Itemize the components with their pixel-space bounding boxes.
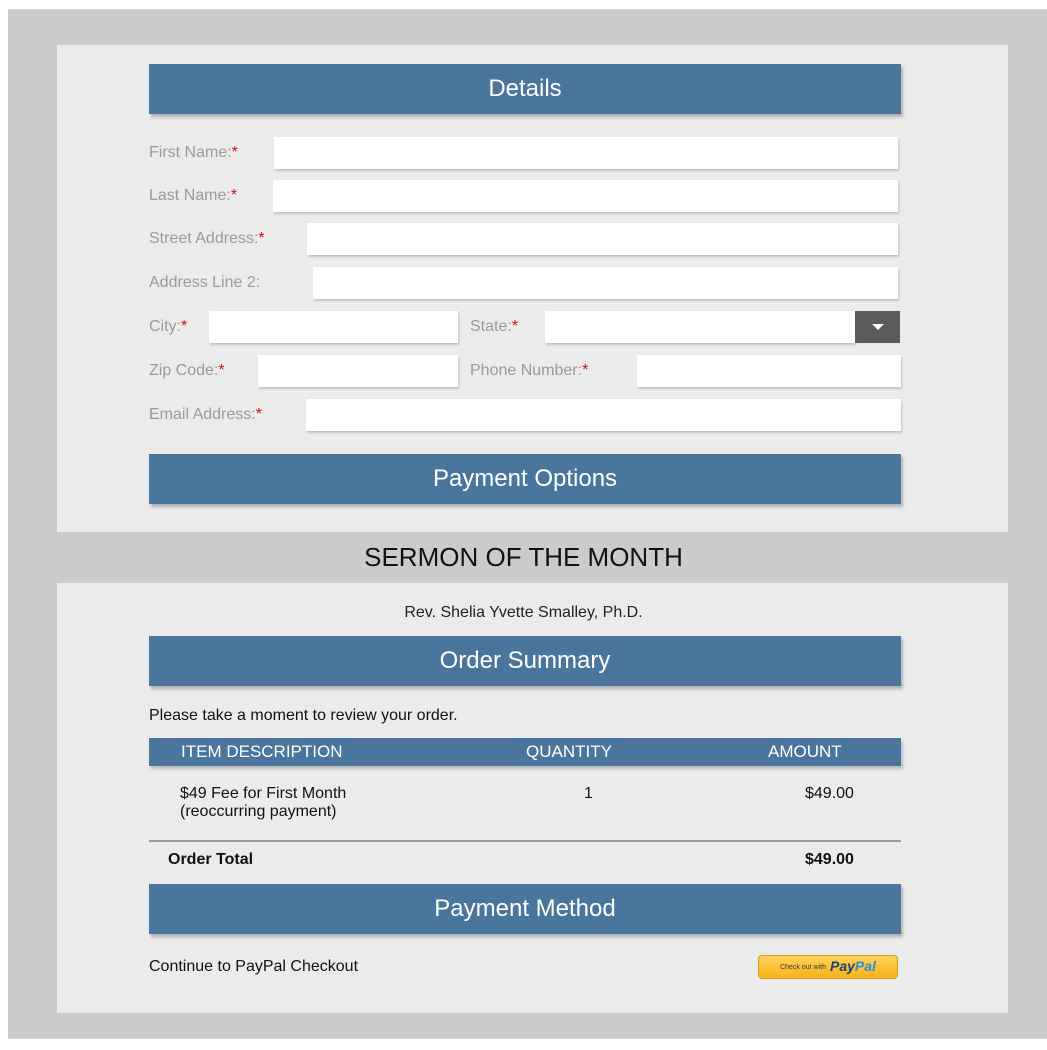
required-asterisk: * bbox=[255, 406, 262, 423]
order-total-label: Order Total bbox=[168, 851, 254, 868]
required-asterisk: * bbox=[181, 318, 188, 335]
chevron-down-icon bbox=[871, 324, 884, 330]
table-divider bbox=[149, 840, 901, 842]
city-label: City:* bbox=[149, 318, 188, 335]
payment-options-header[interactable]: Payment Options bbox=[149, 454, 901, 504]
order-summary-title: Order Summary bbox=[439, 647, 611, 674]
paypal-checkout-text: Continue to PayPal Checkout bbox=[149, 958, 359, 975]
payment-options-title: Payment Options bbox=[432, 465, 618, 492]
required-asterisk: * bbox=[230, 187, 238, 204]
payment-method-title: Payment Method bbox=[434, 895, 616, 922]
last-name-label: Last Name:* bbox=[149, 187, 238, 204]
required-asterisk: * bbox=[511, 318, 519, 335]
paypal-button-small-text: Check out with bbox=[780, 963, 826, 971]
address-line-2-input[interactable] bbox=[313, 267, 898, 299]
sermon-title: SERMON OF THE MONTH bbox=[364, 542, 683, 572]
order-total-value: $49.00 bbox=[805, 851, 854, 868]
address-line-2-label: Address Line 2: bbox=[149, 274, 261, 291]
required-asterisk: * bbox=[582, 362, 589, 379]
zip-code-input[interactable] bbox=[258, 355, 458, 387]
email-address-label: Email Address:* bbox=[149, 406, 262, 423]
item-description: $49 Fee for First Month (reoccurring pay… bbox=[180, 785, 347, 820]
last-name-input[interactable] bbox=[273, 180, 898, 212]
order-intro-text: Please take a moment to review your orde… bbox=[149, 707, 458, 724]
sermon-author: Rev. Shelia Yvette Smalley, Ph.D. bbox=[404, 604, 643, 621]
phone-number-label: Phone Number:* bbox=[470, 362, 589, 379]
column-header-item-description: ITEM DESCRIPTION bbox=[181, 742, 343, 761]
city-input[interactable] bbox=[209, 311, 458, 343]
zip-code-label: Zip Code:* bbox=[149, 362, 225, 379]
required-asterisk: * bbox=[218, 362, 225, 379]
payment-method-header: Payment Method bbox=[149, 884, 901, 934]
state-dropdown-button[interactable] bbox=[855, 311, 900, 343]
item-quantity: 1 bbox=[584, 785, 593, 802]
state-select[interactable] bbox=[545, 311, 855, 343]
column-header-amount: AMOUNT bbox=[768, 742, 842, 761]
paypal-logo-icon: PayPal bbox=[829, 958, 876, 974]
street-address-label: Street Address:* bbox=[149, 230, 265, 247]
required-asterisk: * bbox=[231, 144, 238, 161]
first-name-input[interactable] bbox=[274, 137, 898, 169]
order-table-header: ITEM DESCRIPTION QUANTITY AMOUNT bbox=[149, 738, 901, 766]
paypal-checkout-button[interactable]: Check out with PayPal bbox=[758, 955, 898, 979]
item-amount: $49.00 bbox=[805, 785, 854, 802]
required-asterisk: * bbox=[258, 230, 265, 247]
order-summary-header: Order Summary bbox=[149, 636, 901, 686]
phone-number-input[interactable] bbox=[637, 355, 901, 387]
street-address-input[interactable] bbox=[307, 223, 898, 255]
details-title: Details bbox=[488, 75, 562, 102]
state-label: State:* bbox=[470, 318, 519, 335]
details-header: Details bbox=[149, 64, 901, 114]
email-address-input[interactable] bbox=[306, 399, 901, 431]
first-name-label: First Name:* bbox=[149, 144, 238, 161]
column-header-quantity: QUANTITY bbox=[526, 742, 612, 761]
